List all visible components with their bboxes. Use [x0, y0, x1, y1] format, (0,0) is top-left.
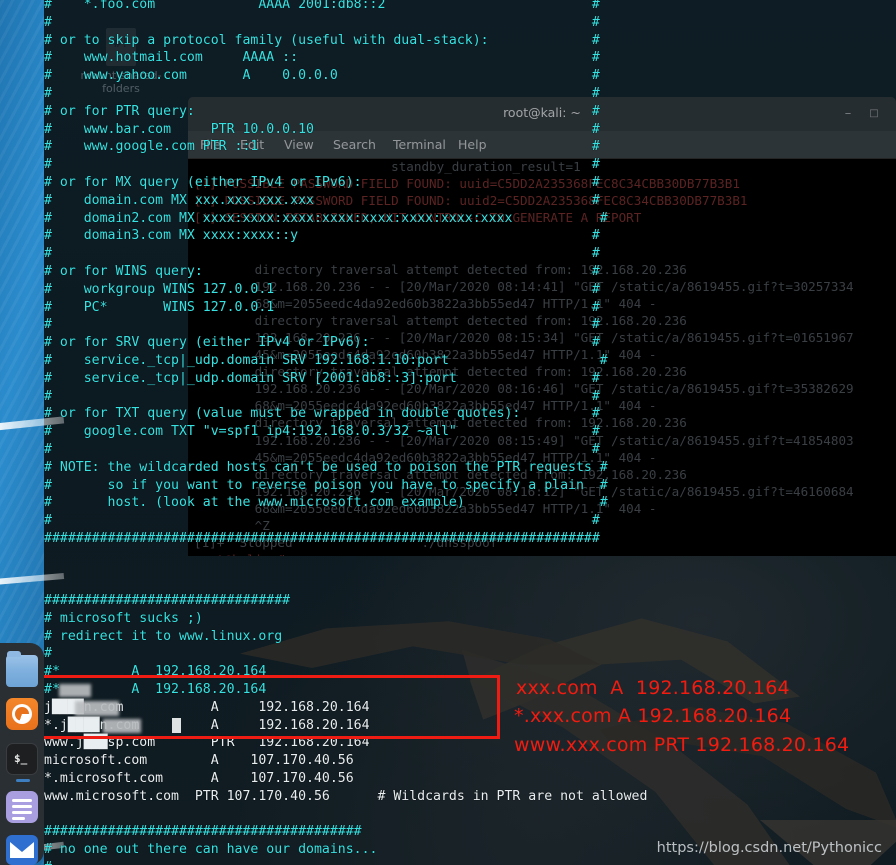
watermark: https://blog.csdn.net/Pythonicc — [656, 840, 882, 856]
mail-icon[interactable] — [6, 835, 38, 865]
files-icon[interactable] — [6, 651, 38, 687]
terminal-running-indicator — [16, 779, 30, 782]
annotation-line-1: xxx.com A 192.168.20.164 — [516, 677, 790, 699]
maximize-button[interactable]: □ — [866, 106, 882, 122]
terminal-icon[interactable]: $_ — [6, 743, 38, 782]
annotation-line-3: www.xxx.com PRT 192.168.20.164 — [514, 734, 850, 756]
taskbar-dock[interactable]: $_ — [0, 643, 44, 865]
text-editor-icon[interactable] — [6, 791, 38, 823]
editor-line-3 — [12, 811, 32, 814]
annotation-line-2: *.xxx.com A 192.168.20.164 — [514, 705, 792, 727]
editor-line-2 — [12, 805, 32, 808]
minimize-button[interactable]: – — [840, 106, 856, 122]
terminal-prompt-glyph: $_ — [14, 752, 28, 765]
highlight-box — [32, 675, 500, 739]
firefox-glyph — [12, 704, 32, 724]
envelope-glyph — [10, 842, 34, 858]
editor-line-1 — [12, 799, 32, 802]
desktop-screen: mount-shared-folders standby_duration_re… — [0, 0, 896, 865]
firefox-icon[interactable] — [6, 698, 38, 730]
etter-dns-comment-block: # *.foo.com AAAA 2001:db8::2 # # # # or … — [44, 0, 608, 546]
editor-line-4 — [12, 817, 25, 820]
